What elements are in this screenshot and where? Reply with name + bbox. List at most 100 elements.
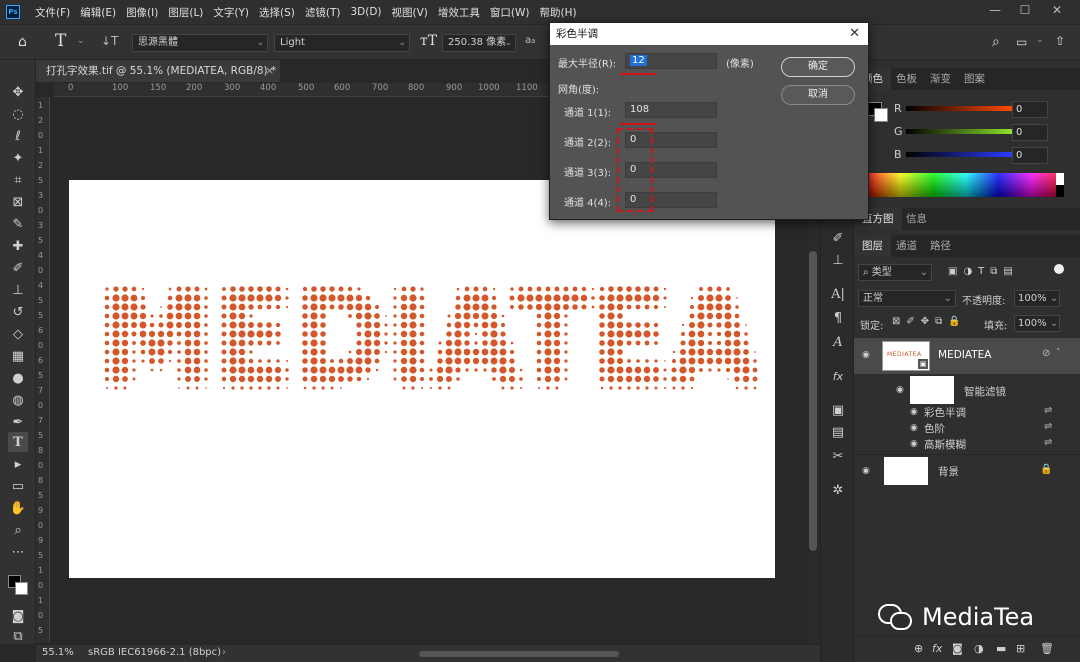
toggle-orientation-icon[interactable]: ↓T [101, 34, 118, 48]
opacity-field[interactable]: 100% ⌄ [1014, 290, 1060, 307]
tab-gradients[interactable]: 渐变 [922, 68, 959, 90]
tab-channels[interactable]: 通道 [888, 235, 925, 257]
path-selection-tool-icon[interactable]: ▸ [8, 454, 28, 474]
ok-button[interactable]: 确定 [781, 57, 855, 77]
menu-edit[interactable]: 编辑(E) [75, 5, 121, 20]
filter-name[interactable]: 高斯模糊 [924, 437, 966, 452]
menu-view[interactable]: 视图(V) [387, 5, 433, 20]
filter-options-icon[interactable]: ⇌ [1044, 405, 1052, 416]
tab-patterns[interactable]: 图案 [956, 68, 993, 90]
eye-icon[interactable]: ◉ [862, 466, 876, 476]
eraser-tool-icon[interactable]: ◇ [8, 324, 28, 344]
background-color-swatch[interactable] [15, 582, 28, 595]
minimize-button[interactable]: — [980, 0, 1010, 20]
menu-file[interactable]: 文件(F) [30, 5, 75, 20]
3d-panel-icon[interactable]: ✲ [828, 480, 848, 500]
color-spectrum[interactable] [868, 173, 1064, 197]
chevron-down-icon[interactable]: ⌄ [1036, 35, 1044, 45]
layer-row-smart-filters[interactable]: ◉ 智能滤镜 [854, 374, 1080, 408]
menu-help[interactable]: 帮助(H) [535, 5, 582, 20]
menu-type[interactable]: 文字(Y) [208, 5, 254, 20]
glyphs-panel-icon[interactable]: A [828, 332, 848, 352]
layer-name[interactable]: 背景 [938, 464, 959, 479]
filter-toggle-icon[interactable] [1054, 264, 1064, 274]
magic-wand-tool-icon[interactable]: ✦ [8, 148, 28, 168]
pen-tool-icon[interactable]: ✒ [8, 412, 28, 432]
red-value-field[interactable]: 0 [1012, 101, 1048, 118]
fill-field[interactable]: 100% ⌄ [1014, 315, 1060, 332]
chevron-down-icon[interactable]: ⌄ [77, 36, 85, 46]
screen-mode-icon[interactable]: ⧉ [8, 626, 28, 646]
layer-mask-icon[interactable]: ◙ [952, 642, 963, 655]
channel-1-field[interactable]: 108 [625, 102, 717, 118]
paragraph-panel-icon[interactable]: ¶ [828, 308, 848, 328]
zoom-tool-icon[interactable]: ⌕ [8, 520, 28, 540]
layer-filter-icons[interactable]: ▣◑T⧉▤ [948, 266, 1019, 277]
filter-row-gaussian-blur[interactable]: ◉ 高斯模糊 ⇌ [854, 436, 1080, 452]
quick-mask-icon[interactable]: ◙ [8, 606, 28, 626]
filter-row-color-halftone[interactable]: ◉ 彩色半调 ⇌ [854, 404, 1080, 420]
more-tools-icon[interactable]: ⋯ [8, 542, 28, 562]
menu-plugins[interactable]: 增效工具 [433, 5, 485, 20]
group-icon[interactable]: ▬ [996, 642, 1006, 655]
history-brush-tool-icon[interactable]: ↺ [8, 302, 28, 322]
restore-button[interactable]: ☐ [1010, 0, 1040, 20]
hand-tool-icon[interactable]: ✋ [8, 498, 28, 518]
blue-value-field[interactable]: 0 [1012, 147, 1048, 164]
tab-layers[interactable]: 图层 [854, 235, 891, 257]
brush-settings-icon[interactable]: ✐ [828, 228, 848, 248]
layer-row-background[interactable]: ◉ 背景 🔒 [854, 454, 1080, 488]
tab-paths[interactable]: 路径 [922, 235, 959, 257]
layer-name[interactable]: 智能滤镜 [964, 384, 1006, 399]
search-icon[interactable]: ⌕ [992, 34, 1000, 50]
move-tool-icon[interactable]: ✥ [8, 82, 28, 102]
share-icon[interactable]: ⇧ [1055, 34, 1065, 48]
blur-tool-icon[interactable]: ● [8, 368, 28, 388]
tools-panel-icon[interactable]: ✂ [828, 446, 848, 466]
green-slider[interactable] [906, 129, 1012, 134]
adjustment-layer-icon[interactable]: ◑ [974, 642, 984, 655]
menu-image[interactable]: 图像(I) [121, 5, 163, 20]
status-arrow-icon[interactable]: › [222, 647, 226, 658]
font-family-select[interactable]: 思源黑體 ⌄ [132, 34, 268, 52]
eye-icon[interactable]: ◉ [862, 350, 876, 360]
eye-icon[interactable]: ◉ [910, 439, 924, 449]
horizontal-scroll-thumb[interactable] [419, 651, 619, 657]
adjustments-panel-icon[interactable]: ▣ [828, 400, 848, 420]
document-canvas[interactable] [69, 180, 775, 578]
home-icon[interactable]: ⌂ [18, 34, 36, 52]
cancel-button[interactable]: 取消 [781, 85, 855, 105]
zoom-level[interactable]: 55.1% [42, 647, 74, 658]
layer-row-mediatea[interactable]: ◉ MEDIATEA ▣ MEDIATEA ⊘ ˄ [854, 338, 1080, 374]
close-icon[interactable]: × [265, 60, 274, 82]
filter-row-levels[interactable]: ◉ 色阶 ⇌ [854, 420, 1080, 436]
font-style-select[interactable]: Light ⌄ [274, 34, 410, 52]
link-layers-icon[interactable]: ⊕ [914, 642, 923, 655]
menu-layer[interactable]: 图层(L) [163, 5, 208, 20]
type-tool-icon[interactable]: T [55, 31, 75, 53]
menu-select[interactable]: 选择(S) [254, 5, 300, 20]
filter-mask-thumbnail[interactable] [910, 376, 954, 404]
filter-options-icon[interactable]: ⇌ [1044, 437, 1052, 448]
eye-icon[interactable]: ◉ [896, 385, 910, 395]
tab-info[interactable]: 信息 [898, 208, 935, 230]
close-window-button[interactable]: ✕ [1042, 0, 1072, 20]
menu-3d[interactable]: 3D(D) [345, 6, 386, 18]
eyedropper-tool-icon[interactable]: ✎ [8, 214, 28, 234]
character-panel-icon[interactable]: A| [828, 284, 848, 304]
red-slider[interactable] [906, 106, 1012, 111]
fx-icon[interactable]: fx [932, 642, 942, 655]
menu-window[interactable]: 窗口(W) [485, 5, 535, 20]
blend-mode-select[interactable]: 正常 ⌄ [858, 290, 956, 307]
eye-icon[interactable]: ◉ [910, 407, 924, 417]
gradient-tool-icon[interactable]: ▦ [8, 346, 28, 366]
lasso-tool-icon[interactable]: ℓ [8, 126, 28, 146]
workspace-icon[interactable]: ▭ [1016, 35, 1027, 49]
filter-options-icon[interactable]: ⇌ [1044, 421, 1052, 432]
lock-icons[interactable]: ⊠✐✥⧉🔒 [892, 316, 967, 327]
anti-alias-icon[interactable]: aa [525, 35, 535, 46]
font-size-field[interactable]: 250.38 像素 ⌄ [442, 34, 516, 52]
rectangle-tool-icon[interactable]: ▭ [8, 476, 28, 496]
background-color-swatch[interactable] [874, 108, 888, 122]
blue-slider[interactable] [906, 152, 1012, 157]
